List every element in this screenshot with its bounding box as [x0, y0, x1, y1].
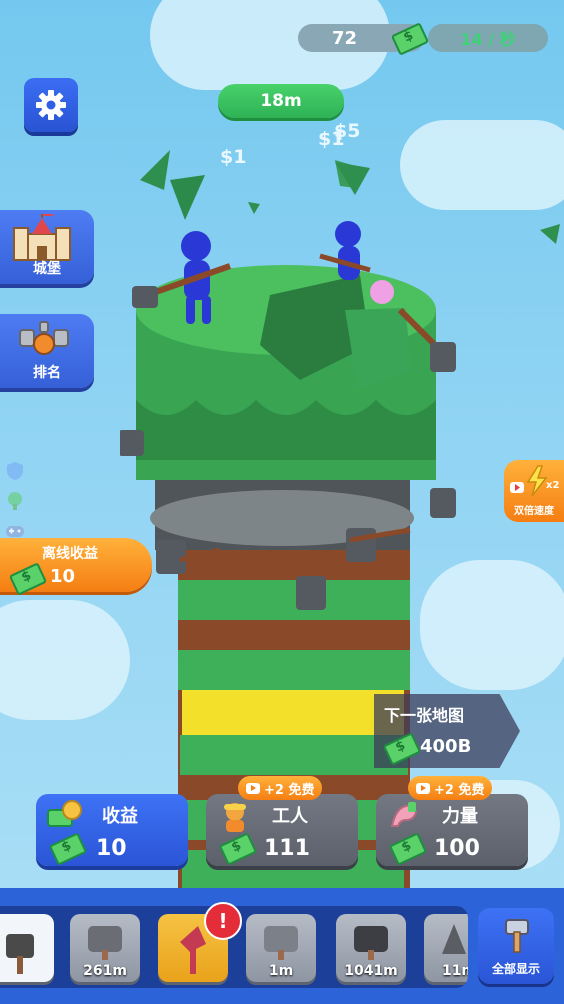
tool-slot[interactable]: 1m	[246, 914, 316, 982]
double-speed-button[interactable]: x2 双倍速度	[504, 460, 564, 522]
show-all-button[interactable]: 全部显示	[478, 908, 554, 984]
power-value: 100	[434, 836, 480, 861]
muscle-icon	[390, 802, 418, 827]
height-value: 18m	[260, 91, 302, 111]
workers-label: 工人	[272, 806, 308, 827]
alert-badge: !	[204, 902, 242, 940]
cash-icon	[388, 832, 428, 866]
floating-cash-text: $1	[220, 146, 247, 168]
next-map-cost: 400B	[420, 736, 472, 757]
tool-label: 1041m	[344, 963, 398, 979]
show-all-label: 全部显示	[491, 962, 540, 976]
hammer-icon	[6, 934, 34, 974]
income-upgrade-card[interactable]: 收益 10	[36, 794, 188, 866]
tower-height-display: 18m	[218, 84, 344, 118]
next-map-button[interactable]: 下一张地图 400B	[374, 694, 520, 768]
power-free-badge[interactable]: +2 免费	[408, 776, 493, 800]
money-bag-icon	[47, 800, 82, 827]
income-label: 收益	[102, 806, 138, 827]
tree-icon[interactable]	[4, 490, 26, 512]
hammer-icon	[88, 926, 122, 960]
tool-label: 261m	[83, 963, 127, 979]
income-rate-value: 14 / 秒	[460, 30, 516, 49]
floating-cash-text: $5	[334, 120, 361, 142]
money-value: 72	[332, 27, 358, 49]
worker-icon	[224, 803, 246, 832]
power-upgrade-card[interactable]: 力量 100	[376, 794, 528, 866]
ranking-icon	[19, 321, 69, 355]
video-icon	[416, 782, 430, 794]
drill-icon	[442, 924, 466, 954]
tool-slot[interactable]: 11m	[424, 914, 468, 982]
income-value: 10	[96, 836, 127, 861]
tool-label: 1m	[268, 963, 294, 979]
shield-icon[interactable]	[4, 460, 26, 482]
hammer-icon	[505, 919, 529, 953]
video-icon	[246, 782, 260, 794]
tool-slot[interactable]: 1041m	[336, 914, 406, 982]
hammer-icon	[264, 926, 298, 960]
workers-free-label: +2 免费	[264, 782, 315, 798]
cash-icon	[382, 732, 422, 766]
castle-label: 城堡	[33, 261, 61, 277]
next-map-label: 下一张地图	[384, 706, 465, 725]
settings-button[interactable]	[24, 78, 78, 132]
offline-income-button[interactable]: 离线收益 10	[0, 538, 152, 596]
income-rate-display: 14 / 秒	[428, 24, 548, 52]
castle-button[interactable]: 城堡	[0, 210, 94, 284]
power-label: 力量	[442, 806, 478, 827]
workers-value: 111	[264, 836, 310, 861]
workers-free-badge[interactable]: +2 免费	[238, 776, 323, 800]
workers	[120, 221, 456, 610]
hammer-icon	[354, 926, 388, 960]
cash-icon	[218, 832, 258, 866]
tool-slot[interactable]: 261m	[70, 914, 140, 982]
offline-income-label: 离线收益	[42, 546, 98, 562]
money-display: 72	[298, 22, 430, 56]
workers-upgrade-card[interactable]: 工人 111	[206, 794, 358, 866]
cash-icon	[48, 832, 88, 866]
offline-income-value: 10	[50, 566, 76, 587]
castle-icon	[13, 214, 71, 261]
cloud	[0, 600, 130, 720]
ranking-button[interactable]: 排名	[0, 314, 94, 388]
speed-multiplier: x2	[546, 480, 560, 491]
ranking-label: 排名	[33, 365, 61, 381]
cash-icon	[8, 562, 48, 596]
double-speed-label: 双倍速度	[514, 506, 554, 517]
gear-icon	[36, 90, 66, 120]
tool-label: 11m	[441, 963, 468, 979]
power-free-label: +2 免费	[434, 782, 485, 798]
tool-slot-selected[interactable]	[0, 914, 54, 982]
